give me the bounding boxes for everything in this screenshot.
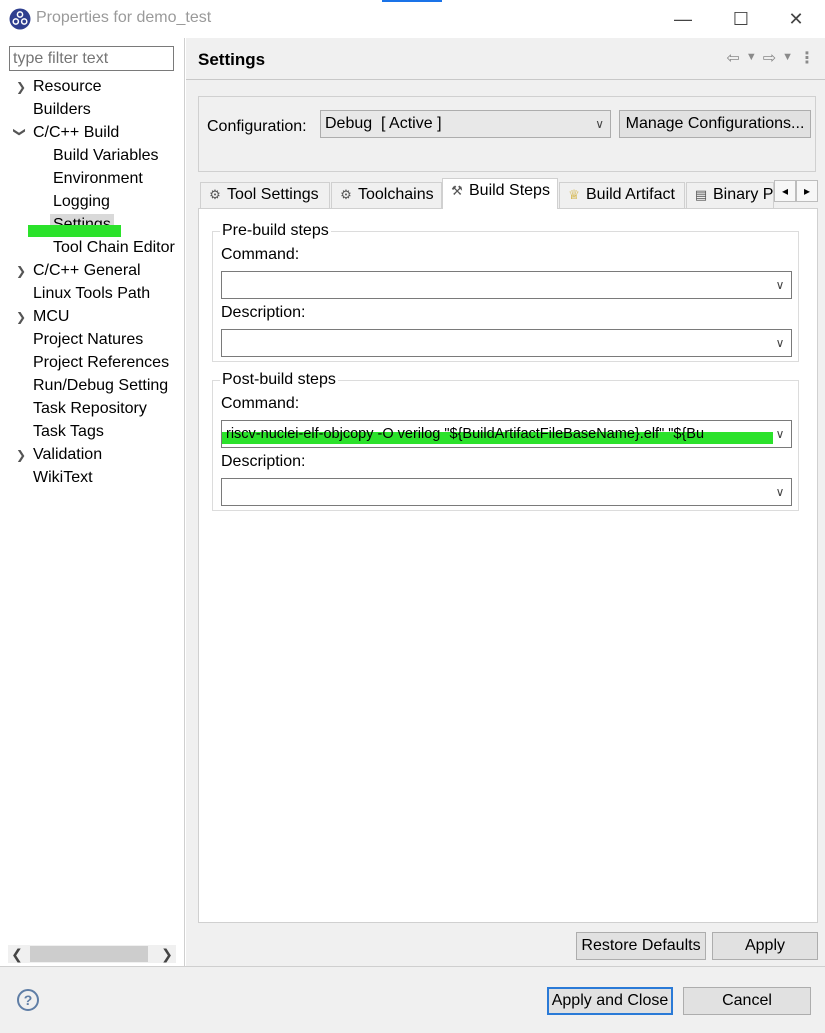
post-build-group: Post-build steps Command: riscv-nuclei-e… [212, 371, 799, 511]
tab-build-artifact[interactable]: ♕ Build Artifact [559, 182, 685, 208]
tree-item-linux-tools-path[interactable]: Linux Tools Path [33, 283, 150, 305]
tree-item-wikitext[interactable]: WikiText [33, 467, 93, 489]
configuration-value: Debug [ Active ] [325, 115, 442, 132]
manage-configurations-button[interactable]: Manage Configurations... [619, 110, 811, 138]
tree-item-task-repository[interactable]: Task Repository [33, 398, 147, 420]
maximize-button[interactable]: ☐ [712, 0, 770, 38]
tab-label: Build Steps [469, 182, 550, 199]
configuration-select[interactable]: Debug [ Active ] ∨ [320, 110, 611, 138]
close-button[interactable]: ✕ [767, 0, 825, 38]
tab-toolchains[interactable]: ⚙ Toolchains [331, 182, 442, 208]
scrollbar-thumb[interactable] [30, 946, 148, 962]
title-bar: Properties for demo_test — ☐ ✕ [0, 0, 825, 38]
horizontal-scrollbar[interactable]: ❮ ❯ [8, 945, 176, 963]
chevron-right-icon[interactable]: ❯ [16, 306, 28, 328]
restore-defaults-button[interactable]: Restore Defaults [576, 932, 706, 960]
green-highlight-mark [28, 225, 121, 237]
chevron-right-icon[interactable]: ❯ [16, 76, 28, 98]
filter-input[interactable] [9, 46, 174, 71]
chevron-down-icon: ∨ [773, 330, 787, 356]
back-arrow-icon[interactable]: ⇦ [726, 48, 739, 68]
page-title: Settings [198, 50, 266, 69]
scroll-right-icon[interactable]: ❯ [158, 945, 176, 963]
pre-build-command-combo[interactable]: ∨ [221, 271, 792, 299]
tree-item-c-cpp-general[interactable]: C/C++ General [33, 260, 141, 282]
tab-label: Binary P [713, 186, 774, 203]
pre-build-group: Pre-build steps Command: ∨ Description: … [212, 222, 799, 362]
build-steps-panel: Pre-build steps Command: ∨ Description: … [198, 208, 818, 923]
tree-item-environment[interactable]: Environment [53, 168, 143, 190]
apply-button[interactable]: Apply [712, 932, 818, 960]
binary-parsers-icon: ▤ [694, 187, 708, 202]
chevron-down-icon: ∨ [773, 421, 787, 447]
tool-settings-icon: ⚙ [209, 187, 221, 202]
scroll-left-icon[interactable]: ❮ [8, 945, 26, 963]
tree-item-resource[interactable]: Resource [33, 76, 101, 98]
trophy-icon: ♕ [568, 187, 580, 202]
tab-build-steps[interactable]: ⚒ Build Steps [442, 178, 558, 209]
tab-label: Tool Settings [227, 186, 319, 203]
tree-item-project-references[interactable]: Project References [33, 352, 169, 374]
tree-item-run-debug-setting[interactable]: Run/Debug Setting [33, 375, 168, 397]
tab-scroll-right-icon[interactable]: ▸ [796, 180, 818, 202]
pre-build-description-label: Description: [221, 304, 306, 321]
tree-item-tool-chain-editor[interactable]: Tool Chain Editor [53, 237, 175, 259]
tree-item-c-cpp-build[interactable]: C/C++ Build [33, 122, 119, 144]
settings-pane: Settings ⇦ ▼ ⇨ ▼ ⋮ Configuration: Debug … [186, 38, 825, 966]
post-build-command-label: Command: [221, 395, 300, 412]
pre-build-command-label: Command: [221, 246, 300, 263]
left-pane: ❯ Resource Builders ❯ C/C++ Build Build … [0, 38, 185, 966]
configuration-label: Configuration: [207, 118, 307, 135]
post-build-description-label: Description: [221, 453, 306, 470]
tree-item-validation[interactable]: Validation [33, 444, 102, 466]
tab-label: Build Artifact [586, 186, 675, 203]
title-accent-line [382, 0, 442, 2]
chevron-down-icon: ∨ [595, 117, 604, 131]
help-icon[interactable]: ? [17, 989, 39, 1011]
chevron-right-icon[interactable]: ❯ [16, 444, 28, 466]
post-build-title: Post-build steps [220, 371, 338, 389]
app-logo-icon [9, 8, 31, 30]
post-build-command-combo[interactable]: riscv-nuclei-elf-objcopy -O verilog "${B… [221, 420, 792, 448]
window-title: Properties for demo_test [36, 9, 212, 26]
nav-toolbar: ⇦ ▼ ⇨ ▼ ⋮ [726, 48, 815, 68]
pre-build-title: Pre-build steps [220, 222, 331, 240]
cancel-button[interactable]: Cancel [683, 987, 811, 1015]
build-steps-icon: ⚒ [451, 183, 463, 198]
tree-item-builders[interactable]: Builders [33, 99, 91, 121]
settings-header: Settings ⇦ ▼ ⇨ ▼ ⋮ [186, 38, 825, 80]
tree-item-task-tags[interactable]: Task Tags [33, 421, 104, 443]
tree-item-build-variables[interactable]: Build Variables [53, 145, 159, 167]
back-dropdown-icon[interactable]: ▼ [746, 48, 757, 68]
apply-and-close-button[interactable]: Apply and Close [547, 987, 673, 1015]
tree-item-logging[interactable]: Logging [53, 191, 110, 213]
post-build-command-value: riscv-nuclei-elf-objcopy -O verilog "${B… [226, 426, 705, 442]
forward-dropdown-icon[interactable]: ▼ [782, 48, 793, 68]
minimize-button[interactable]: — [654, 0, 712, 38]
tab-tool-settings[interactable]: ⚙ Tool Settings [200, 182, 330, 208]
pre-build-description-combo[interactable]: ∨ [221, 329, 792, 357]
chevron-right-icon[interactable]: ❯ [16, 260, 28, 282]
post-build-description-combo[interactable]: ∨ [221, 478, 792, 506]
dialog-button-bar: ? Apply and Close Cancel [0, 966, 825, 1033]
forward-arrow-icon[interactable]: ⇨ [763, 48, 776, 68]
view-menu-icon[interactable]: ⋮ [799, 48, 815, 68]
tree-item-project-natures[interactable]: Project Natures [33, 329, 143, 351]
chevron-down-icon: ∨ [773, 479, 787, 505]
chevron-down-icon[interactable]: ❯ [9, 127, 31, 139]
settings-tabs: ⚙ Tool Settings ⚙ Toolchains ⚒ Build Steps … [200, 178, 818, 209]
chevron-down-icon: ∨ [773, 272, 787, 298]
toolchains-icon: ⚙ [340, 187, 352, 202]
tab-scroll-left-icon[interactable]: ◂ [774, 180, 796, 202]
tab-label: Toolchains [358, 186, 434, 203]
tree-item-mcu[interactable]: MCU [33, 306, 69, 328]
tab-binary-parsers[interactable]: ▤ Binary P [686, 182, 774, 208]
configuration-group: Configuration: Debug [ Active ] ∨ Manage… [198, 96, 816, 172]
